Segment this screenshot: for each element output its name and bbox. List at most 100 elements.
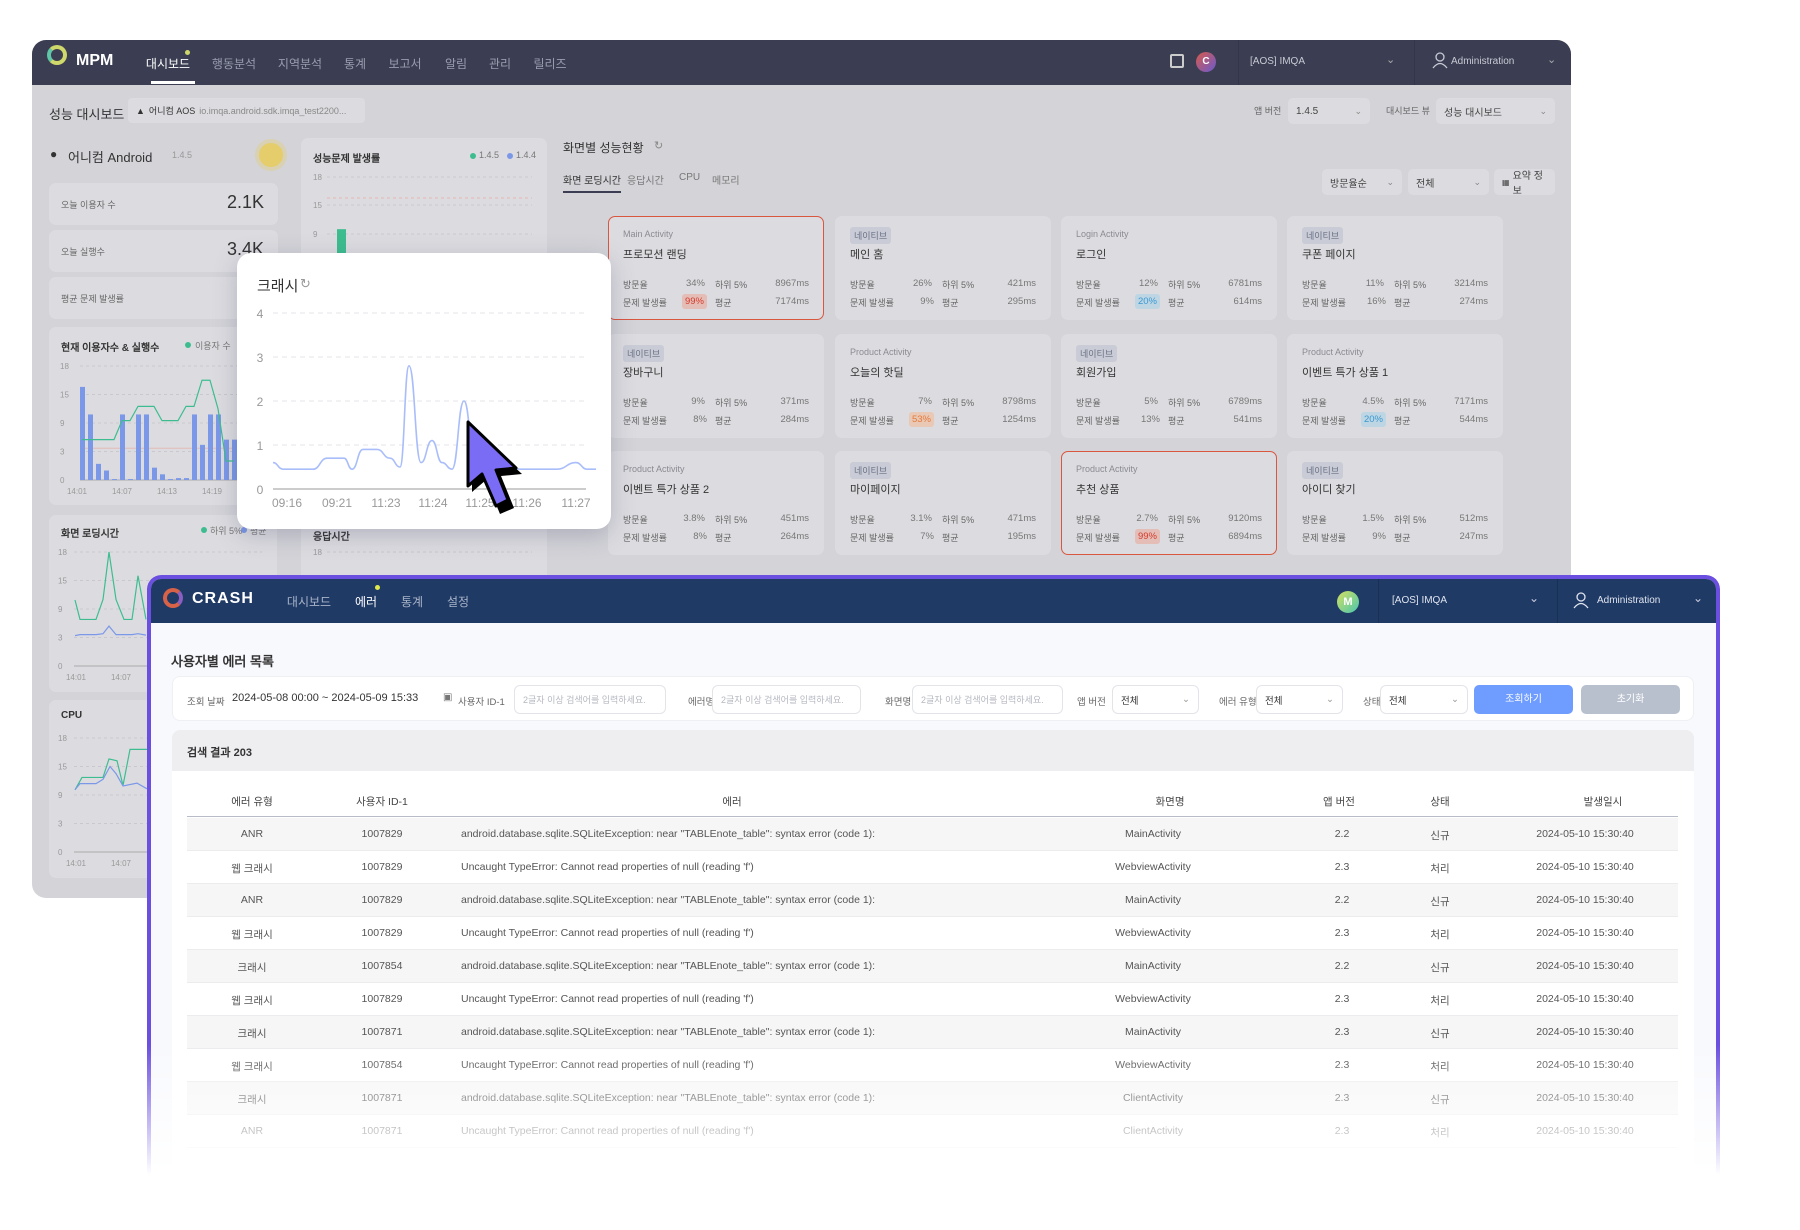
chevron-down-icon: ⌄ [1326,694,1334,705]
bar [176,478,181,480]
table-row[interactable]: 웹 크래시 1007829 Uncaught TypeError: Cannot r… [187,851,1678,884]
y-tick-label: 9 [58,605,63,614]
results-count: 검색 결과 203 [187,747,252,759]
date-label: 조회 날짜 [187,697,225,708]
status-select[interactable]: 전체 ⌄ [1380,685,1468,714]
bar [88,414,93,480]
table-cell: 2024-05-10 15:30:40 [1536,1059,1634,1071]
table-row[interactable]: 웹 크래시 1007829 Uncaught TypeError: Cannot r… [187,983,1678,1016]
screen-card[interactable]: Product Activity 추천 상품 방문율 2.7% 하위 5% 9120ms 문… [1061,451,1277,555]
table-cell: 신규 [1430,830,1450,842]
bar [160,474,165,480]
reset-button[interactable]: 초기화 [1581,685,1680,714]
screen-card[interactable]: Login Activity 로그인 방문율 12% 하위 5% 6781ms 문제 발생률… [1061,216,1277,320]
search-button[interactable]: 조회하기 [1474,685,1573,714]
table-cell: 신규 [1430,1028,1450,1040]
issue-rate: 20% [1360,412,1386,427]
refresh-icon[interactable]: ↻ [654,139,663,152]
table-row[interactable]: 크래시 1007871 android.database.sqlite.SQLite… [187,1082,1678,1115]
table-cell: WebviewActivity [1115,993,1191,1005]
chevron-down-icon[interactable]: ⌄ [1529,591,1539,605]
table-row[interactable]: 웹 크래시 1007829 Uncaught TypeError: Cannot r… [187,917,1678,950]
table-row[interactable]: ANR 1007829 android.database.sqlite.SQLite… [187,818,1678,851]
table-row[interactable]: 크래시 1007871 android.database.sqlite.SQLite… [187,1016,1678,1049]
screen-card[interactable]: 네이티브 아이디 찾기 방문율 1.5% 하위 5% 512ms 문제 발생률 9% 평균 247… [1287,451,1503,555]
screen-card[interactable]: 네이티브 마이페이지 방문율 3.1% 하위 5% 471ms 문제 발생률 7% 평균 195m… [835,451,1051,555]
type-filter-select[interactable]: 전체 ⌄ [1408,169,1489,195]
results-header: 검색 결과 203 [172,730,1694,771]
cpu-line-2 [74,765,148,791]
table-row[interactable]: ANR 1007829 android.database.sqlite.SQLite… [187,884,1678,917]
p5-value: 6781ms [1228,278,1262,289]
tab[interactable]: 화면 로딩시간 [563,172,621,193]
x-tick-label: 14:13 [157,487,178,496]
table-cell: ClientActivity [1122,1092,1184,1104]
user-menu[interactable]: Administration [1597,595,1660,606]
p5-label: 하위 5% [1394,398,1427,408]
error-type-select[interactable]: 전체 ⌄ [1256,685,1343,714]
bar [184,478,189,480]
table-cell: 크래시 [237,962,267,974]
table-row[interactable]: 웹 크래시 1007854 Uncaught TypeError: Cannot r… [187,1049,1678,1082]
x-tick-label: 11:23 [371,496,400,510]
screen-name: 추천 상품 [1076,484,1120,496]
table-row[interactable]: 크래시 1007854 android.database.sqlite.SQLite… [187,950,1678,983]
tab[interactable]: 응답시간 [627,172,664,187]
user-id-input[interactable]: 2글자 이상 검색어를 입력하세요. [514,685,666,714]
issue-label: 문제 발생률 [850,298,894,308]
screen-name: 오늘의 핫딜 [850,367,904,379]
table-cell: 2.2 [1334,894,1350,906]
avg-label: 평균 [942,298,959,308]
screen-name: 프로모션 랜딩 [623,249,687,261]
summary-button[interactable]: ▦ 요약 정보 [1494,169,1555,197]
table-cell: 처리 [1430,929,1450,941]
nav-item[interactable]: 대시보드 [287,593,331,610]
y-tick-label: 3 [58,820,63,829]
x-tick-label: 14:07 [111,673,132,682]
nav-item[interactable]: 에러 [355,593,377,610]
screen-type-tag: 네이티브 [623,345,665,362]
date-range-picker[interactable]: 2024-05-08 00:00 ~ 2024-05-09 15:33 [232,692,418,704]
crash-logo-icon [163,588,183,608]
bar [152,467,157,480]
table-cell: Uncaught TypeError: Cannot read properti… [461,861,754,873]
visit-label: 방문율 [1302,398,1327,408]
screen-input[interactable]: 2글자 이상 검색어를 입력하세요. [912,685,1063,714]
p5-label: 하위 5% [942,280,975,290]
bar [136,414,141,480]
screen-card[interactable]: Product Activity 이벤트 특가 상품 2 방문율 3.8% 하위 5% 4… [608,451,824,555]
tab[interactable]: 메모리 [712,172,740,187]
tab[interactable]: CPU [679,172,700,183]
project-selector[interactable]: [AOS] IMQA [1392,595,1447,606]
sort-select[interactable]: 방문율순 ⌄ [1322,169,1402,195]
visit-label: 방문율 [850,280,875,290]
avatar[interactable]: M [1337,591,1359,613]
y-tick-label: 18 [58,548,67,557]
nav-item[interactable]: 통계 [401,593,423,610]
nav-item[interactable]: 설정 [447,593,469,610]
error-name-input[interactable]: 2글자 이상 검색어를 입력하세요. [712,685,861,714]
screen-card[interactable]: 네이티브 회원가입 방문율 5% 하위 5% 6789ms 문제 발생률 13% 평균 541ms [1061,334,1277,438]
app-version-select[interactable]: 전체 ⌄ [1112,685,1199,714]
table-cell: 2024-05-10 15:30:40 [1536,1125,1634,1137]
screen-name: 쿠폰 페이지 [1302,249,1356,261]
avg-value: 7174ms [775,296,809,307]
column-header: 화면명 [1155,796,1185,808]
table-cell: 처리 [1430,1061,1450,1073]
screen-card[interactable]: 네이티브 장바구니 방문율 9% 하위 5% 371ms 문제 발생률 8% 평균 284ms [608,334,824,438]
screen-card[interactable]: Product Activity 오늘의 핫딜 방문율 7% 하위 5% 8798ms 문제… [835,334,1051,438]
screen-card[interactable]: 네이티브 메인 홈 방문율 26% 하위 5% 421ms 문제 발생률 9% 평균 295ms [835,216,1051,320]
avg-value: 6894ms [1228,531,1262,542]
screen-name: 장바구니 [623,367,664,379]
screen-card[interactable]: Main Activity 프로모션 랜딩 방문율 34% 하위 5% 8967ms 문제 … [608,216,824,320]
screen-card[interactable]: 네이티브 쿠폰 페이지 방문율 11% 하위 5% 3214ms 문제 발생률 16% 평균 27… [1287,216,1503,320]
y-tick-label: 0 [257,483,264,497]
table-row[interactable]: ANR 1007871 Uncaught TypeError: Cannot rea… [187,1115,1678,1148]
p5-label: 하위 5% [1168,280,1201,290]
calendar-icon[interactable]: ▣ [443,692,452,703]
chevron-down-icon: ⌄ [1182,694,1190,705]
screen-card[interactable]: Product Activity 이벤트 특가 상품 1 방문율 4.5% 하위 5% 7… [1287,334,1503,438]
chevron-down-icon[interactable]: ⌄ [1693,591,1703,605]
table-cell: 웹 크래시 [231,1061,273,1073]
screen-type-tag: 네이티브 [1302,227,1344,244]
